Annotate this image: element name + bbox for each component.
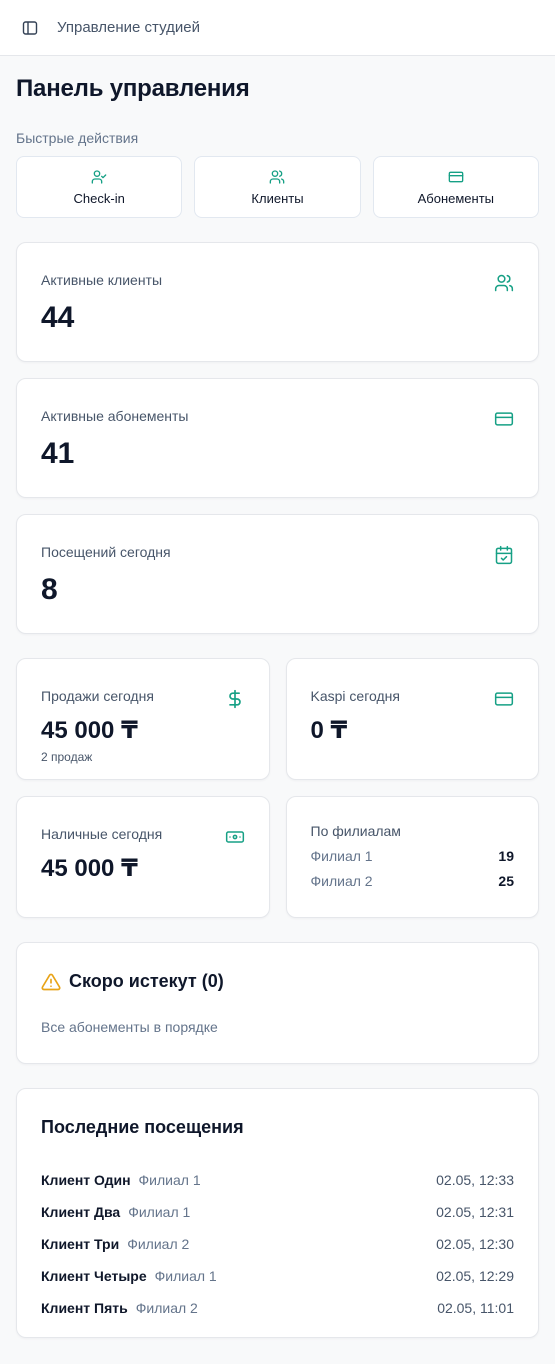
active-subscriptions-label: Активные абонементы [41,408,189,424]
branch-row: Филиал 1 19 [311,848,515,864]
user-check-icon [91,169,107,184]
check-in-button[interactable]: Check-in [16,156,183,218]
clients-button[interactable]: Клиенты [194,156,361,218]
kaspi-today-label: Kaspi сегодня [310,688,400,704]
subscriptions-label: Абонементы [417,190,495,206]
visit-row[interactable]: Клиент Два Филиал 1 02.05, 12:31 [41,1196,514,1228]
banknote-icon [225,831,244,843]
visits-today-card: Посещений сегодня 8 [16,514,539,634]
active-subscriptions-card: Активные абонементы 41 [16,378,539,498]
topbar-title: Управление студией [57,19,200,36]
check-in-label: Check-in [73,190,125,206]
branches-card: По филиалам Филиал 1 19 Филиал 2 25 [285,796,539,918]
visit-info: Клиент Три Филиал 2 [41,1236,189,1252]
users-icon [494,274,514,292]
sidebar-toggle-icon [22,20,38,35]
expiring-title: Скоро истекут (0) [69,971,224,991]
page-title: Панель управления [16,75,250,102]
active-subscriptions-value: 41 [41,437,75,470]
branches-title: По филиалам [310,823,401,839]
kaspi-today-value: 0 ₸ [310,717,348,744]
kaspi-today-card: Kaspi сегодня 0 ₸ [285,658,539,780]
visit-branch: Филиал 1 [138,1172,201,1188]
branch-value: 19 [498,848,514,864]
sales-today-card: Продажи сегодня 45 000 ₸ 2 продаж [16,658,270,780]
recent-visits-list: Клиент Один Филиал 1 02.05, 12:33 Клиент… [41,1164,514,1324]
credit-card-icon [494,692,514,706]
quick-actions: Check-in Клиенты Абонементы [16,156,539,218]
active-clients-value: 44 [41,301,75,334]
visit-time: 02.05, 12:29 [436,1268,514,1284]
clients-label: Клиенты [251,190,304,206]
branch-name: Филиал 1 [310,848,373,864]
visit-row[interactable]: Клиент Пять Филиал 2 02.05, 11:01 [41,1292,514,1324]
branch-row: Филиал 2 25 [311,873,515,889]
visit-branch: Филиал 2 [127,1236,190,1252]
visit-client-name: Клиент Два [41,1204,121,1220]
visit-client-name: Клиент Один [41,1172,131,1188]
branch-value: 25 [498,873,514,889]
main-content: Панель управления Быстрые действия Check… [0,75,555,1338]
visit-row[interactable]: Клиент Три Филиал 2 02.05, 12:30 [41,1228,514,1260]
warning-icon [41,973,61,990]
expiring-empty-text: Все абонементы в порядке [41,1019,218,1035]
stats-row-1: Продажи сегодня 45 000 ₸ 2 продаж Kaspi … [16,658,539,780]
visit-client-name: Клиент Четыре [41,1268,147,1284]
cash-today-card: Наличные сегодня 45 000 ₸ [16,796,270,918]
branch-name: Филиал 2 [310,873,373,889]
visit-info: Клиент Два Филиал 1 [41,1204,190,1220]
visit-time: 02.05, 12:30 [436,1236,514,1252]
expiring-header: Скоро истекут (0) [41,971,514,992]
top-bar: Управление студией [0,0,555,56]
calendar-check-icon [495,545,513,565]
sales-today-value: 45 000 ₸ [41,717,138,744]
quick-actions-label: Быстрые действия [16,130,139,146]
cash-today-label: Наличные сегодня [41,826,163,842]
visit-branch: Филиал 1 [128,1204,191,1220]
visit-info: Клиент Один Филиал 1 [41,1172,201,1188]
visit-info: Клиент Четыре Филиал 1 [41,1268,217,1284]
visits-today-value: 8 [41,573,58,606]
visit-client-name: Клиент Пять [41,1300,128,1316]
recent-visits-title: Последние посещения [41,1117,244,1137]
dollar-icon [228,689,241,709]
active-clients-card: Активные клиенты 44 [16,242,539,362]
visit-row[interactable]: Клиент Один Филиал 1 02.05, 12:33 [41,1164,514,1196]
sidebar-toggle-button[interactable] [17,15,43,41]
visit-client-name: Клиент Три [41,1236,120,1252]
cash-today-value: 45 000 ₸ [41,855,138,882]
users-icon [270,169,285,184]
subscriptions-button[interactable]: Абонементы [372,156,539,218]
visit-branch: Филиал 1 [154,1268,217,1284]
credit-card-icon [494,412,514,426]
sales-count: 2 продаж [41,750,93,764]
credit-card-icon [448,171,464,182]
active-clients-label: Активные клиенты [41,272,163,288]
expiring-soon-card: Скоро истекут (0) Все абонементы в поряд… [16,942,539,1064]
visit-info: Клиент Пять Филиал 2 [41,1300,198,1316]
visits-today-label: Посещений сегодня [41,544,171,560]
stats-row-2: Наличные сегодня 45 000 ₸ По филиалам Фи… [16,796,539,918]
visit-branch: Филиал 2 [135,1300,198,1316]
sales-today-label: Продажи сегодня [41,688,154,704]
visit-time: 02.05, 12:31 [436,1204,514,1220]
visit-time: 02.05, 11:01 [437,1300,514,1316]
visit-row[interactable]: Клиент Четыре Филиал 1 02.05, 12:29 [41,1260,514,1292]
visit-time: 02.05, 12:33 [436,1172,514,1188]
recent-visits-card: Последние посещения Клиент Один Филиал 1… [16,1088,539,1338]
